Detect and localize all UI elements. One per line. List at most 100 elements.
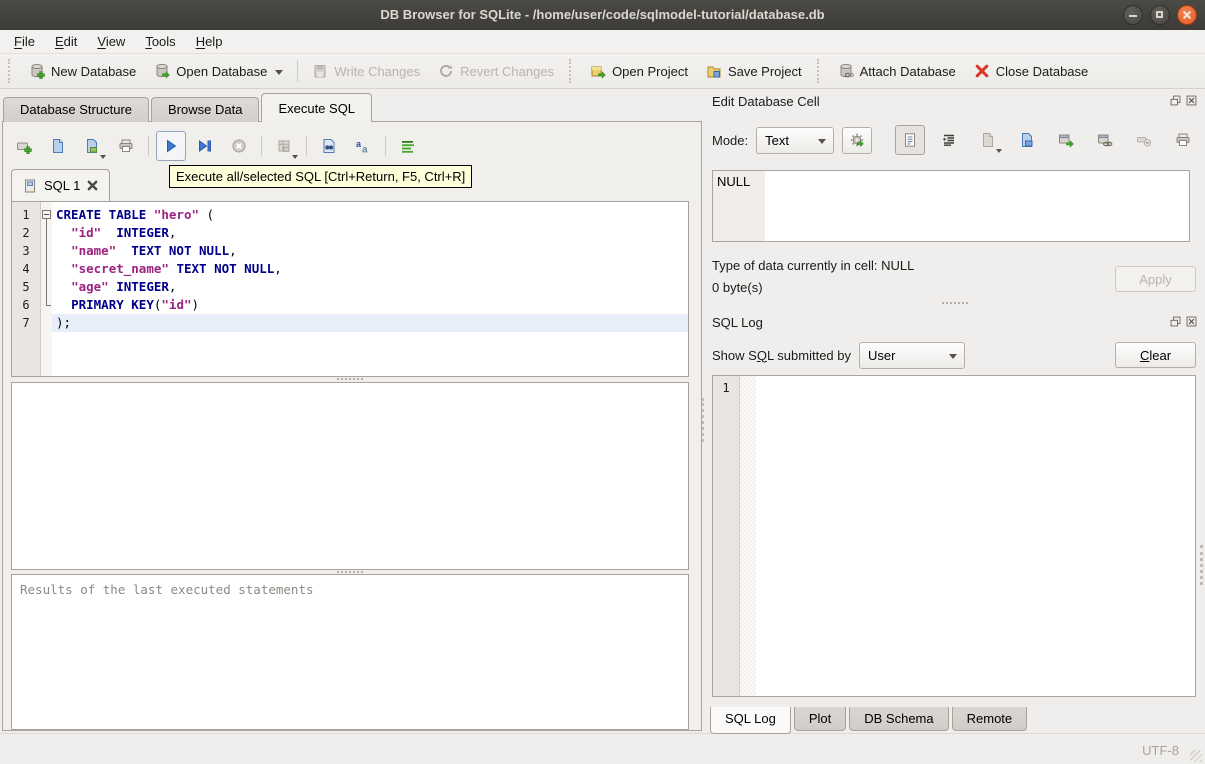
tab-close-icon[interactable]	[86, 179, 99, 192]
db-close-icon	[974, 63, 990, 79]
cell-value-editor[interactable]: NULL	[712, 170, 1190, 242]
close-database-button[interactable]: Close Database	[965, 58, 1098, 84]
sql-log-header: SQL Log	[712, 315, 1198, 333]
auto-switch-mode-button[interactable]	[842, 126, 873, 154]
code-line[interactable]: "id" INTEGER,	[52, 224, 688, 242]
sql-tab-label: SQL 1	[44, 178, 81, 193]
db-new-icon	[29, 63, 45, 79]
attach-database-button[interactable]: Attach Database	[829, 58, 965, 84]
execute-current-line-button[interactable]	[190, 131, 220, 161]
new-sql-tab-button[interactable]	[9, 131, 39, 161]
chevron-down-icon	[996, 149, 1002, 153]
fold-marker-icon[interactable]	[41, 206, 52, 224]
word-wrap-button[interactable]	[934, 125, 964, 155]
stop-icon	[231, 138, 247, 154]
line-number: 1	[22, 208, 30, 222]
save-sql-file-button[interactable]	[77, 131, 107, 161]
export-data-button[interactable]	[1012, 125, 1042, 155]
chevron-down-icon	[100, 155, 106, 159]
edit-cell-header: Edit Database Cell	[712, 94, 1198, 112]
dock-tab-remote[interactable]: Remote	[951, 707, 1028, 731]
project-save-icon	[706, 63, 722, 79]
float-panel-icon[interactable]	[1169, 315, 1182, 328]
menu-tools[interactable]: Tools	[135, 31, 185, 52]
code-token: "hero"	[153, 207, 199, 222]
menu-edit[interactable]: Edit	[45, 31, 87, 52]
clear-log-button[interactable]: Clear	[1115, 342, 1196, 368]
dock-tab-sql-log[interactable]: SQL Log	[710, 707, 791, 734]
resize-grip[interactable]	[1190, 750, 1202, 762]
print-sql-button[interactable]	[111, 131, 141, 161]
code-line[interactable]: PRIMARY KEY("id")	[52, 296, 688, 314]
open-external-button[interactable]	[1051, 125, 1081, 155]
project-open-icon	[590, 63, 606, 79]
new-database-button[interactable]: New Database	[20, 58, 145, 84]
float-panel-icon[interactable]	[1169, 94, 1182, 107]
encoding-indicator[interactable]: UTF-8	[1142, 743, 1179, 758]
open-sql-file-button[interactable]	[43, 131, 73, 161]
attach-database-label: Attach Database	[859, 63, 956, 79]
dock-tab-plot[interactable]: Plot	[793, 707, 847, 731]
open-project-button[interactable]: Open Project	[581, 58, 697, 84]
tab-browse-data[interactable]: Browse Data	[151, 97, 260, 122]
format-sql-button[interactable]	[393, 131, 423, 161]
auto-complete-button[interactable]: aa	[348, 131, 378, 161]
code-token: );	[56, 315, 72, 330]
cell-log-splitter[interactable]	[705, 301, 1205, 307]
log-filter-select[interactable]: User	[859, 341, 965, 369]
minimize-icon[interactable]	[1123, 5, 1143, 25]
code-line[interactable]: );	[52, 314, 688, 332]
main-tab-bar: Database Structure Browse Data Execute SQL	[3, 93, 374, 122]
cell-toolbar	[895, 125, 1198, 155]
sql-document-tab[interactable]: SQL 1	[11, 169, 111, 201]
close-panel-icon[interactable]	[1185, 94, 1198, 107]
close-window-icon[interactable]	[1177, 5, 1197, 25]
menu-file[interactable]: File	[4, 31, 45, 52]
text-mode-button[interactable]	[895, 125, 925, 155]
code-line[interactable]: "name" TEXT NOT NULL,	[52, 242, 688, 260]
print-cell-button[interactable]	[1168, 125, 1198, 155]
cell-value: NULL	[717, 174, 751, 189]
tab-execute-sql[interactable]: Execute SQL	[261, 93, 373, 122]
copy-link-button[interactable]	[1090, 125, 1120, 155]
main-toolbar: New Database Open Database Write Changes Re…	[0, 54, 1205, 89]
mode-select[interactable]: Text	[756, 126, 835, 154]
write-changes-button: Write Changes	[303, 58, 429, 84]
code-token: "age"	[71, 279, 109, 294]
execute-sql-panel: aa SQL 1 1 CREATE TABLE "hero" (2 "id" IN…	[2, 121, 702, 731]
sql-document-icon	[22, 178, 38, 194]
menu-view[interactable]: View	[87, 31, 135, 52]
find-replace-button[interactable]	[314, 131, 344, 161]
execute-all-button[interactable]	[156, 131, 186, 161]
code-line[interactable]: "secret_name" TEXT NOT NULL,	[52, 260, 688, 278]
results-placeholder: Results of the last executed statements	[20, 582, 314, 597]
sql-code-editor[interactable]: 1 CREATE TABLE "hero" (2 "id" INTEGER, 3 "…	[11, 201, 689, 377]
toolbar-grip[interactable]	[8, 59, 14, 83]
fold-collapse-box	[42, 210, 51, 219]
tab-database-structure[interactable]: Database Structure	[3, 97, 150, 122]
tab-new-icon	[16, 138, 32, 154]
edit-cell-title: Edit Database Cell	[712, 94, 820, 109]
menu-help[interactable]: Help	[186, 31, 233, 52]
maximize-icon[interactable]	[1150, 5, 1170, 25]
toolbar-grip[interactable]	[816, 59, 823, 83]
chevron-down-icon[interactable]	[275, 70, 284, 75]
dock-tab-db-schema[interactable]: DB Schema	[849, 707, 949, 731]
code-line[interactable]: CREATE TABLE "hero" (	[52, 206, 688, 224]
code-token: )	[191, 297, 200, 312]
code-line[interactable]: "age" INTEGER,	[52, 278, 688, 296]
open-database-button[interactable]: Open Database	[145, 58, 292, 84]
sql-log-view[interactable]: 1	[712, 375, 1196, 697]
fold-marker-icon	[41, 278, 52, 296]
close-panel-icon[interactable]	[1185, 315, 1198, 328]
cell-editor-margin: NULL	[713, 171, 765, 241]
save-project-button[interactable]: Save Project	[697, 58, 811, 84]
chevron-down-icon	[949, 353, 957, 359]
toolbar-grip[interactable]	[569, 59, 575, 83]
apply-button[interactable]: Apply	[1115, 266, 1196, 292]
results-grid[interactable]	[11, 382, 689, 570]
mode-value: Text	[765, 132, 789, 148]
results-message-pane[interactable]: Results of the last executed statements	[11, 574, 689, 730]
